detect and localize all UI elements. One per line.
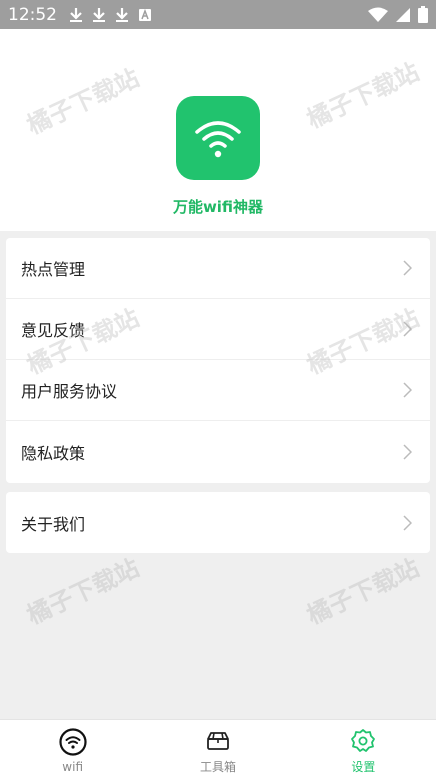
gear-icon bbox=[351, 729, 376, 752]
profile-header: 万能wifi神器 bbox=[0, 29, 436, 231]
notification-icons bbox=[69, 7, 152, 23]
download-icon bbox=[70, 7, 82, 22]
wifi-icon bbox=[59, 728, 87, 756]
menu-item-user-agreement[interactable]: 用户服务协议 bbox=[6, 360, 430, 421]
tab-label: 设置 bbox=[351, 760, 376, 774]
menu-item-feedback[interactable]: 意见反馈 bbox=[6, 299, 430, 360]
menu-item-label: 隐私政策 bbox=[21, 443, 86, 463]
menu-item-label: 用户服务协议 bbox=[21, 382, 118, 401]
toolbox-icon bbox=[207, 732, 229, 750]
menu-item-about-us[interactable]: 关于我们 bbox=[6, 492, 430, 553]
menu-item-label: 关于我们 bbox=[21, 514, 86, 534]
settings-menu: 热点管理 意见反馈 用户服务协议 隐私政策 bbox=[6, 238, 430, 483]
menu-item-label: 意见反馈 bbox=[21, 321, 86, 340]
tab-label: 工具箱 bbox=[199, 760, 236, 774]
tab-settings[interactable]: 设置 bbox=[291, 720, 436, 776]
download-icon bbox=[116, 7, 128, 22]
tab-wifi[interactable]: wifi bbox=[0, 720, 145, 776]
status-time: 12:52 bbox=[8, 4, 57, 25]
menu-item-privacy-policy[interactable]: 隐私政策 bbox=[6, 421, 430, 482]
chevron-right-icon bbox=[403, 443, 412, 460]
about-menu: 关于我们 bbox=[6, 492, 430, 553]
tab-label: wifi bbox=[62, 760, 84, 774]
chevron-right-icon bbox=[403, 514, 412, 531]
system-icons bbox=[368, 6, 428, 23]
cell-signal-icon bbox=[396, 7, 410, 22]
chevron-right-icon bbox=[403, 260, 412, 276]
menu-item-label: 热点管理 bbox=[21, 260, 86, 279]
wifi-signal-icon bbox=[368, 7, 388, 22]
watermark: 橘子下载站 bbox=[22, 553, 144, 630]
watermark: 橘子下载站 bbox=[302, 553, 424, 630]
tab-toolbox[interactable]: 工具箱 bbox=[145, 720, 290, 776]
menu-item-hotspot-management[interactable]: 热点管理 bbox=[6, 238, 430, 299]
wifi-icon bbox=[195, 121, 241, 158]
chevron-right-icon bbox=[403, 321, 412, 337]
chevron-right-icon bbox=[403, 382, 412, 398]
bottom-navigation: wifi 工具箱 设置 bbox=[0, 719, 436, 776]
app-logo bbox=[176, 96, 260, 180]
status-bar: 12:52 bbox=[0, 0, 436, 29]
app-notification-icon bbox=[139, 8, 151, 21]
app-name: 万能wifi神器 bbox=[172, 198, 264, 216]
battery-icon bbox=[418, 6, 428, 23]
download-icon bbox=[93, 7, 105, 22]
